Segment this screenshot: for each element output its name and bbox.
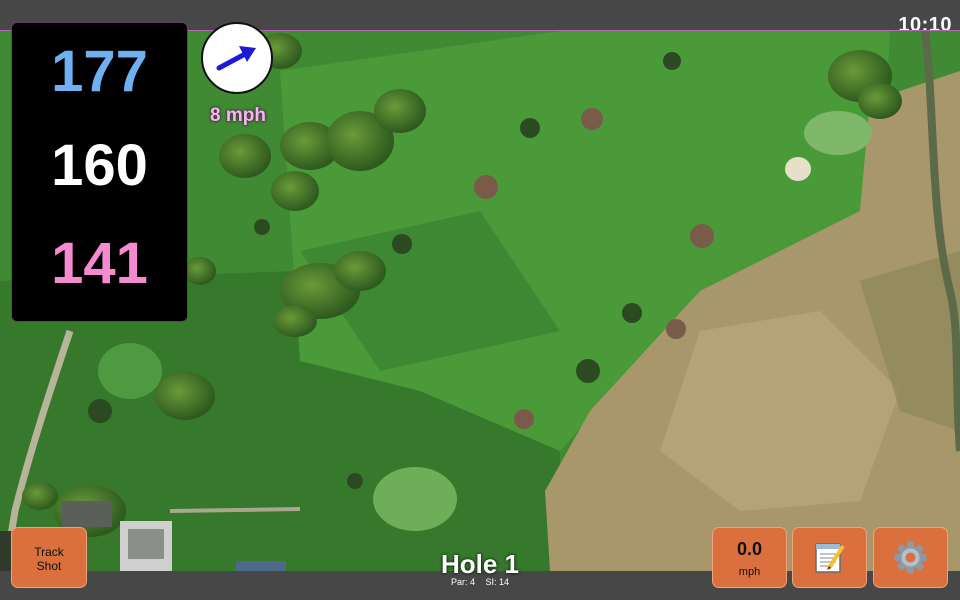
hole-title: Hole 1 — [440, 549, 520, 579]
speed-value: 0.0 — [736, 539, 763, 559]
settings-button[interactable] — [873, 527, 948, 588]
arrow-icon — [216, 46, 256, 71]
middle-distance: 160 — [51, 133, 148, 198]
speed-unit: mph — [738, 566, 761, 578]
front-distance: 141 — [51, 231, 148, 296]
wind-indicator — [201, 22, 273, 94]
wind-speed: 8 mph — [210, 105, 266, 126]
hole-info: Par: 4 SI: 14 — [380, 577, 580, 587]
track-shot-button[interactable]: Track Shot — [11, 527, 87, 588]
notepad-icon — [815, 543, 845, 573]
track-shot-label-line1: Track — [34, 545, 64, 559]
back-distance: 177 — [51, 39, 148, 104]
speed-button[interactable]: 0.0 mph — [712, 527, 787, 588]
hole-stroke-index: SI: 14 — [485, 577, 510, 587]
scorecard-button[interactable] — [792, 527, 867, 588]
distance-panel: 177 160 141 — [11, 22, 188, 322]
track-shot-label-line2: Shot — [36, 559, 62, 573]
hole-par: Par: 4 — [450, 577, 475, 587]
gear-icon — [894, 541, 927, 574]
